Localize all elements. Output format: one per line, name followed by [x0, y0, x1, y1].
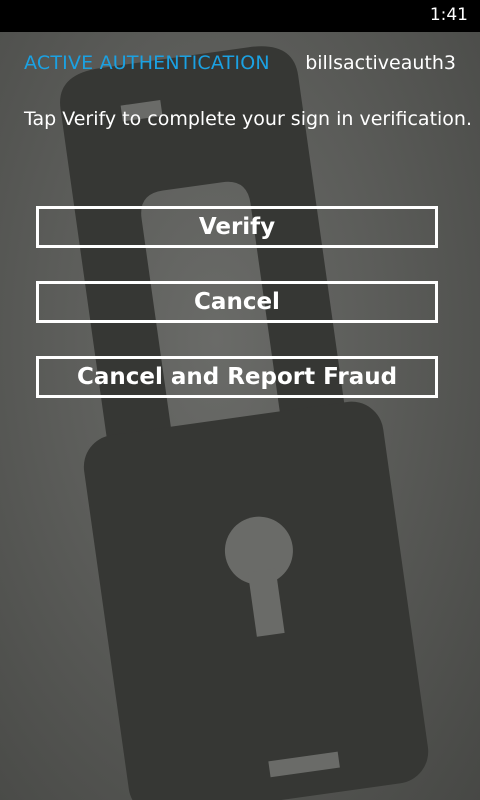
cancel-and-report-fraud-button[interactable]: Cancel and Report Fraud — [36, 356, 438, 398]
verify-button[interactable]: Verify — [36, 206, 438, 248]
account-name: billsactiveauth3 — [305, 52, 456, 74]
cancel-button[interactable]: Cancel — [36, 281, 438, 323]
status-bar: 1:41 — [0, 0, 480, 32]
app-title: ACTIVE AUTHENTICATION — [24, 52, 270, 74]
phone-screen: 1:41 ACTIVE AUTHENTICATION billsactiveau… — [0, 0, 480, 800]
instruction-text: Tap Verify to complete your sign in veri… — [24, 108, 473, 130]
auth-content: ACTIVE AUTHENTICATION billsactiveauth3 T… — [0, 32, 480, 800]
status-time: 1:41 — [429, 5, 468, 25]
